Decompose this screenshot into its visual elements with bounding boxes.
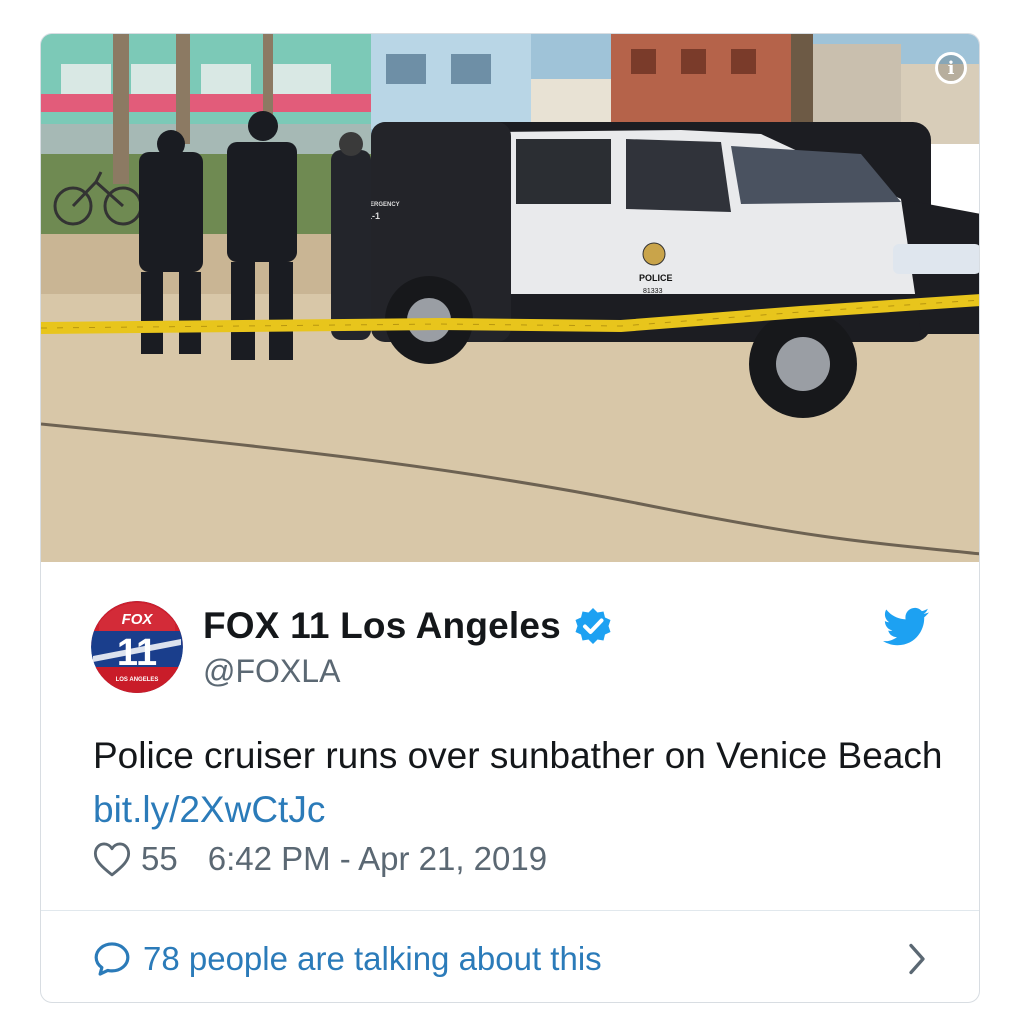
tweet-link[interactable]: bit.ly/2XwCtJc — [93, 789, 325, 830]
author-name[interactable]: FOX 11 Los Angeles — [203, 605, 561, 647]
verified-badge-icon — [575, 608, 611, 644]
tweet-meta: 55 6:42 PM - Apr 21, 2019 — [93, 840, 547, 878]
tweet-text: Police cruiser runs over sunbather on Ve… — [93, 729, 953, 837]
fox11-logo: FOX 11 LOS ANGELES — [91, 601, 183, 693]
tweet-header: FOX 11 LOS ANGELES FOX 11 Los Angeles @F… — [91, 597, 939, 697]
tweet-text-body: Police cruiser runs over sunbather on Ve… — [93, 735, 943, 776]
heart-icon[interactable] — [93, 841, 131, 877]
divider — [41, 910, 979, 911]
talking-count-text[interactable]: 78 people are talking about this — [143, 940, 602, 978]
chevron-right-icon[interactable] — [905, 941, 929, 977]
avatar-fox-text: FOX — [122, 611, 154, 628]
tweet-card[interactable]: POLICE 81333 EMERGENCY 9-1-1 i — [40, 33, 980, 1003]
avatar-city-text: LOS ANGELES — [116, 677, 159, 683]
comment-bubble-icon — [94, 942, 130, 976]
avatar[interactable]: FOX 11 LOS ANGELES — [91, 601, 183, 693]
conversation-link[interactable]: 78 people are talking about this — [93, 934, 929, 984]
like-count: 55 — [141, 840, 178, 877]
venice-beach-police-scene: POLICE 81333 EMERGENCY 9-1-1 — [41, 34, 979, 562]
tweet-media-image[interactable]: POLICE 81333 EMERGENCY 9-1-1 i — [41, 34, 979, 562]
avatar-number-text: 11 — [117, 632, 157, 674]
truck-police-decal: POLICE — [639, 273, 673, 283]
author-handle[interactable]: @FOXLA — [203, 653, 340, 690]
tweet-timestamp[interactable]: 6:42 PM - Apr 21, 2019 — [208, 840, 547, 878]
author-name-row: FOX 11 Los Angeles — [203, 605, 613, 647]
twitter-bird-icon[interactable] — [883, 607, 929, 647]
info-icon[interactable]: i — [935, 52, 967, 84]
truck-unit-number: 81333 — [643, 288, 663, 295]
